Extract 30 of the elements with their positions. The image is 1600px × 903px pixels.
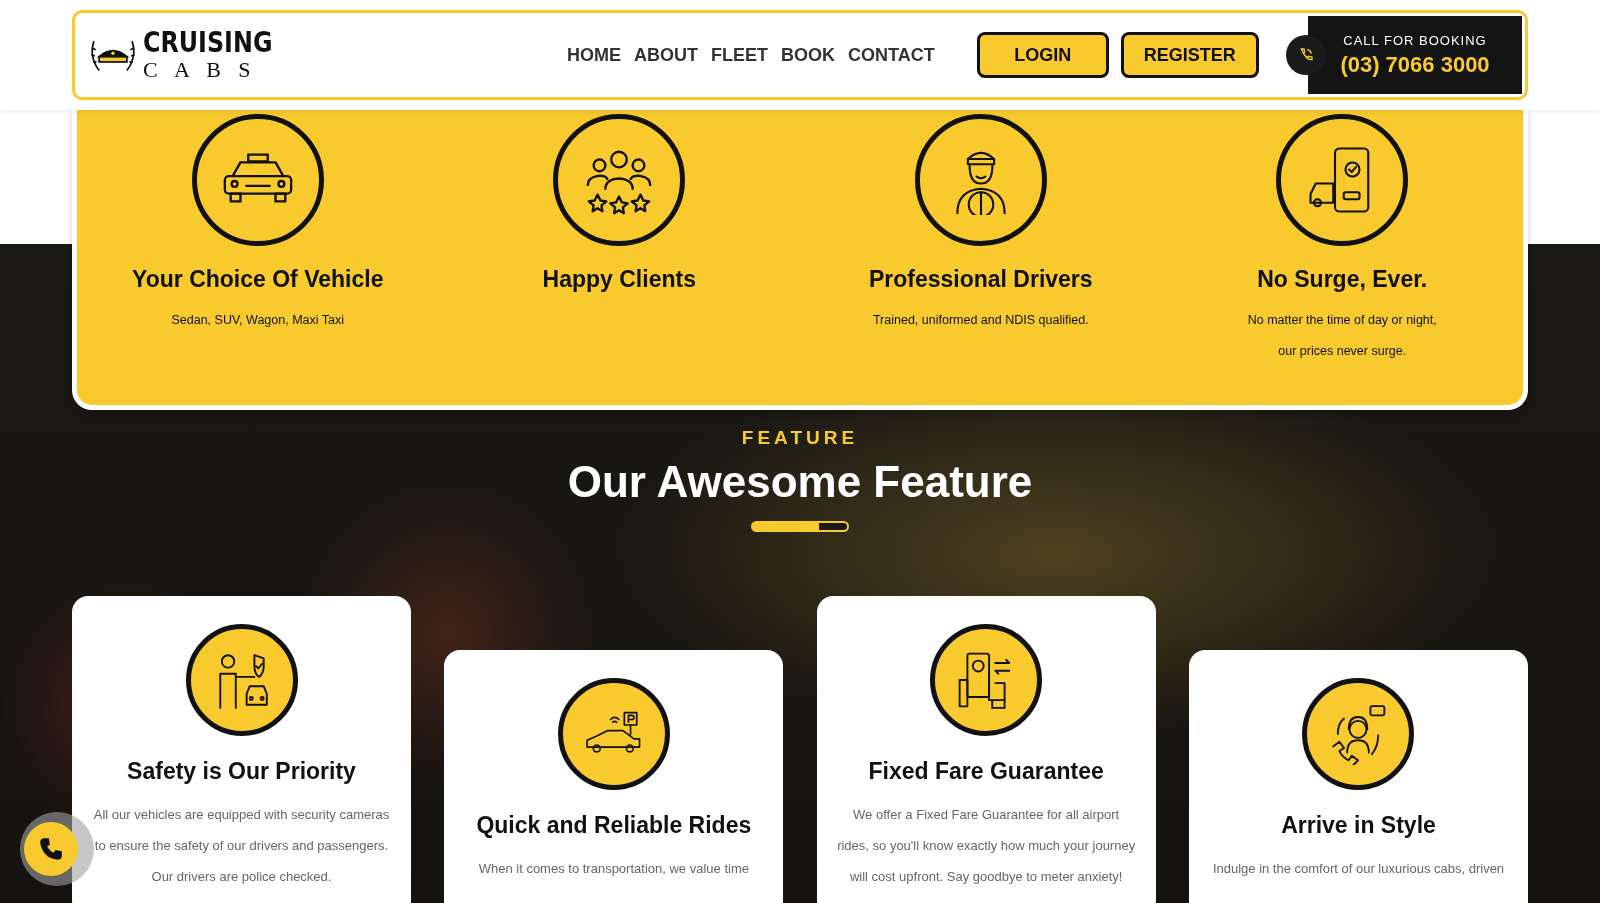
stat-description: Trained, uniformed and NDIS qualified. — [872, 312, 1089, 329]
section-eyebrow: FEATURE — [741, 427, 859, 449]
stat-title: No Surge, Ever. — [1257, 266, 1428, 293]
floating-call-button[interactable] — [24, 822, 78, 876]
nav-link[interactable]: FLEET — [711, 44, 768, 66]
header-button[interactable]: REGISTER — [1120, 32, 1259, 78]
stat-title: Professional Drivers — [868, 266, 1093, 293]
stat-title: Happy Clients — [542, 266, 696, 293]
stat-title: Your Choice Of Vehicle — [132, 266, 384, 293]
feature-title: Fixed Fare Guarantee — [868, 758, 1104, 785]
header-button[interactable]: LOGIN — [976, 32, 1109, 78]
stat-description: No matter the time of day or night, our prices never surge. — [1246, 312, 1438, 360]
phone-icon — [38, 836, 64, 862]
booking-label: CALL FOR BOOKING — [1343, 32, 1487, 48]
nav-link[interactable]: HOME — [567, 44, 621, 66]
logo-tagline: C A B S — [143, 58, 258, 82]
feature-description: When it comes to transportation, we value time — [478, 860, 749, 878]
feature-description: We offer a Fixed Fare Guarantee for all airport rides, so you'll know exactly how much your journey will cost upfront. Say goodbye to meter anxiety! — [836, 806, 1136, 886]
nav-link[interactable]: BOOK — [781, 44, 835, 66]
nav-link[interactable]: ABOUT — [634, 44, 698, 66]
feature-description: Indulge in the comfort of our luxurious cabs, driven — [1212, 860, 1505, 878]
feature-description: All our vehicles are equipped with security cameras to ensure the safety of our drivers and passengers. Our drivers are police checked. — [92, 806, 391, 886]
nav-link[interactable]: CONTACT — [848, 44, 935, 66]
phone-number-link[interactable]: (03) 7066 3000 — [1340, 51, 1490, 78]
logo-wordmark: CRUISING — [143, 28, 273, 58]
stat-description: Sedan, SUV, Wagon, Maxi Taxi — [171, 312, 344, 329]
section-title: Our Awesome Feature — [567, 457, 1033, 507]
feature-title: Safety is Our Priority — [127, 758, 356, 785]
feature-title: Arrive in Style — [1281, 812, 1436, 839]
feature-title: Quick and Reliable Rides — [476, 812, 752, 839]
